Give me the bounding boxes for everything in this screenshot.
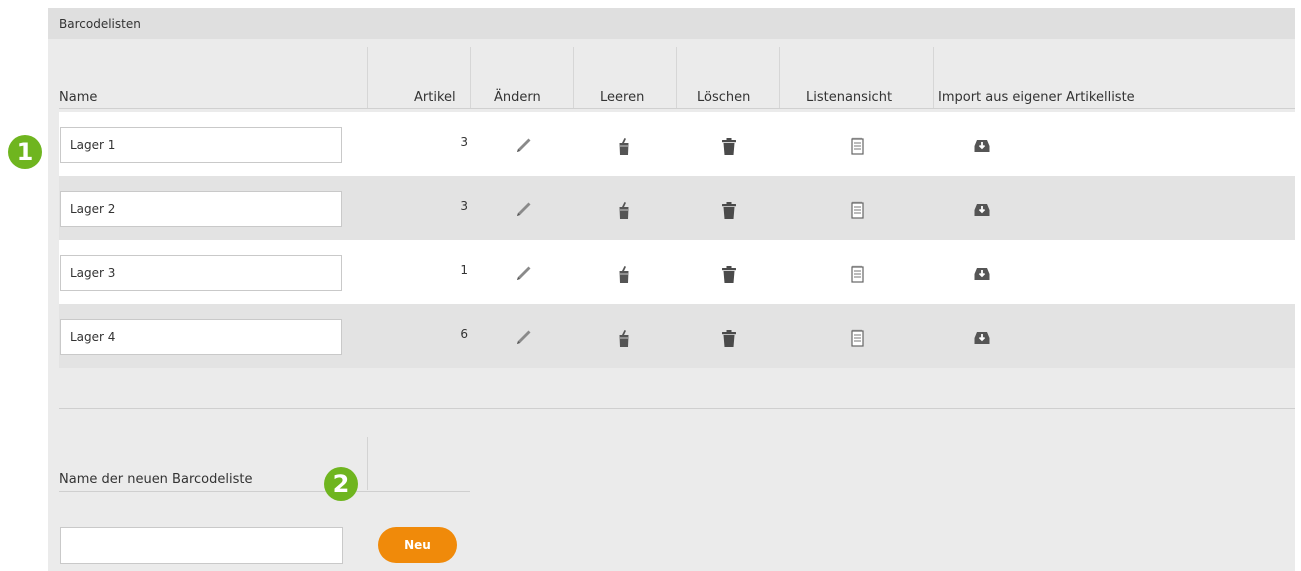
- new-list-underline: [59, 491, 470, 492]
- column-divider: [933, 47, 934, 109]
- column-divider: [573, 47, 574, 109]
- inbox-download-icon[interactable]: [971, 327, 993, 349]
- step-badge-1: 1: [8, 135, 42, 169]
- table-row: 3: [59, 176, 1295, 240]
- list-name-input[interactable]: [60, 191, 342, 227]
- header-divider: [59, 108, 1295, 109]
- broom-icon[interactable]: [613, 327, 635, 349]
- step-badge-2: 2: [324, 467, 358, 501]
- column-header-leeren: Leeren: [600, 90, 645, 105]
- broom-icon[interactable]: [613, 263, 635, 285]
- article-count: 3: [460, 199, 468, 213]
- pencil-icon[interactable]: [512, 263, 534, 285]
- trash-icon[interactable]: [718, 135, 740, 157]
- new-list-button[interactable]: Neu: [378, 527, 457, 563]
- notepad-icon[interactable]: [846, 327, 868, 349]
- column-header-listenansicht: Listenansicht: [806, 90, 893, 105]
- broom-icon[interactable]: [613, 135, 635, 157]
- section-divider: [59, 408, 1295, 409]
- panel-header: Barcodelisten: [48, 8, 1295, 39]
- trash-icon[interactable]: [718, 263, 740, 285]
- new-list-label: Name der neuen Barcodeliste: [59, 472, 253, 487]
- notepad-icon[interactable]: [846, 199, 868, 221]
- column-header-import: Import aus eigener Artikelliste: [938, 90, 1135, 105]
- pencil-icon[interactable]: [512, 199, 534, 221]
- list-name-input[interactable]: [60, 127, 342, 163]
- article-count: 3: [460, 135, 468, 149]
- new-list-name-input[interactable]: [60, 527, 343, 564]
- broom-icon[interactable]: [613, 199, 635, 221]
- table-row: 3: [59, 112, 1295, 176]
- article-count: 6: [460, 327, 468, 341]
- column-divider: [367, 437, 368, 490]
- column-divider: [779, 47, 780, 109]
- column-divider: [676, 47, 677, 109]
- notepad-icon[interactable]: [846, 263, 868, 285]
- article-count: 1: [460, 263, 468, 277]
- column-header-artikel: Artikel: [414, 90, 456, 105]
- inbox-download-icon[interactable]: [971, 199, 993, 221]
- list-name-input[interactable]: [60, 255, 342, 291]
- column-divider: [367, 47, 368, 109]
- inbox-download-icon[interactable]: [971, 135, 993, 157]
- inbox-download-icon[interactable]: [971, 263, 993, 285]
- column-header-name: Name: [59, 90, 98, 105]
- notepad-icon[interactable]: [846, 135, 868, 157]
- trash-icon[interactable]: [718, 327, 740, 349]
- column-header-aendern: Ändern: [494, 90, 541, 105]
- trash-icon[interactable]: [718, 199, 740, 221]
- list-name-input[interactable]: [60, 319, 342, 355]
- column-header-loeschen: Löschen: [697, 90, 751, 105]
- table-row: 1: [59, 240, 1295, 304]
- pencil-icon[interactable]: [512, 327, 534, 349]
- panel-title: Barcodelisten: [59, 17, 141, 31]
- pencil-icon[interactable]: [512, 135, 534, 157]
- table-row: 6: [59, 304, 1295, 368]
- column-divider: [470, 47, 471, 109]
